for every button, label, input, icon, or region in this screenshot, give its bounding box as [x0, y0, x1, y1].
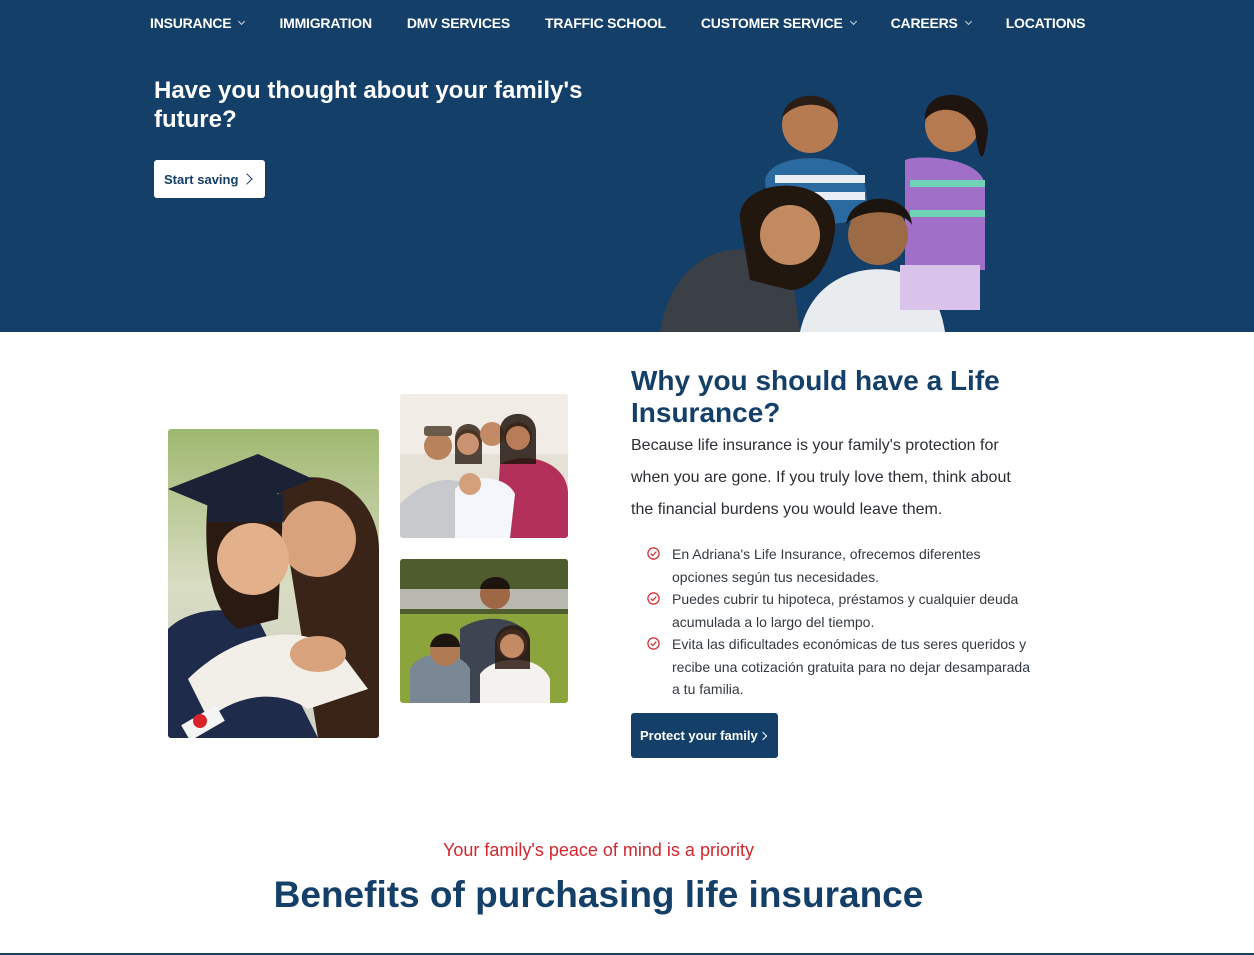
- list-item: Puedes cubrir tu hipoteca, préstamos y c…: [647, 588, 1037, 633]
- nav-item-insurance[interactable]: INSURANCE: [150, 15, 246, 31]
- benefits-subtitle: Your family's peace of mind is a priorit…: [443, 840, 754, 860]
- hero-title: Have you thought about your family's fut…: [154, 77, 583, 133]
- family-photo: [400, 394, 568, 538]
- why-text: Because life insurance is your family's …: [631, 437, 1011, 518]
- nav-item-label: DMV SERVICES: [406, 15, 511, 31]
- children-photo: [400, 559, 568, 703]
- list-item: Evita las dificultades económicas de tus…: [647, 633, 1037, 701]
- nav-item-locations[interactable]: LOCATIONS: [1006, 15, 1086, 31]
- protect-your-family-button[interactable]: Protect your family: [631, 713, 778, 758]
- nav-item-label: IMMIGRATION: [279, 15, 372, 31]
- chevron-right-icon: [241, 173, 254, 185]
- nav-item-dmv-services[interactable]: DMV SERVICES: [407, 15, 510, 31]
- check-circle-icon: [647, 547, 660, 560]
- benefit-text: Evita las dificultades económicas de tus…: [672, 636, 1031, 697]
- chevron-down-icon: [964, 17, 972, 25]
- check-circle-icon: [647, 637, 660, 650]
- benefit-list: En Adriana's Life Insurance, ofrecemos d…: [647, 543, 1037, 701]
- why-title: Why you should have a Life Insurance?: [631, 365, 1000, 428]
- nav-item-immigration[interactable]: IMMIGRATION: [279, 15, 372, 31]
- nav-item-label: TRAFFIC SCHOOL: [545, 15, 666, 31]
- main-nav: INSURANCE IMMIGRATION DMV SERVICES TRAFF…: [150, 14, 1086, 32]
- nav-item-customer-service[interactable]: CUSTOMER SERVICE: [700, 15, 857, 31]
- nav-item-label: CUSTOMER SERVICE: [700, 15, 843, 31]
- benefit-text: En Adriana's Life Insurance, ofrecemos d…: [672, 546, 981, 585]
- nav-item-careers[interactable]: CAREERS: [890, 15, 972, 31]
- hero-section: INSURANCE IMMIGRATION DMV SERVICES TRAFF…: [0, 0, 1254, 332]
- list-item: En Adriana's Life Insurance, ofrecemos d…: [647, 543, 1037, 588]
- hero-family-photo: [640, 70, 1020, 332]
- nav-item-label: CAREERS: [890, 15, 958, 31]
- chevron-down-icon: [238, 17, 246, 25]
- benefits-title: Benefits of purchasing life insurance: [273, 874, 924, 915]
- check-circle-icon: [647, 592, 660, 605]
- nav-item-label: INSURANCE: [150, 15, 232, 31]
- start-saving-label: Start saving: [164, 171, 239, 187]
- start-saving-button[interactable]: Start saving: [154, 160, 265, 198]
- graduate-mother-photo: [168, 429, 379, 738]
- chevron-right-icon: [758, 731, 768, 740]
- chevron-down-icon: [849, 17, 857, 25]
- benefit-text: Puedes cubrir tu hipoteca, préstamos y c…: [672, 591, 1019, 630]
- protect-your-family-label: Protect your family: [640, 728, 758, 743]
- nav-item-label: LOCATIONS: [1005, 15, 1086, 31]
- nav-item-traffic-school[interactable]: TRAFFIC SCHOOL: [545, 15, 666, 31]
